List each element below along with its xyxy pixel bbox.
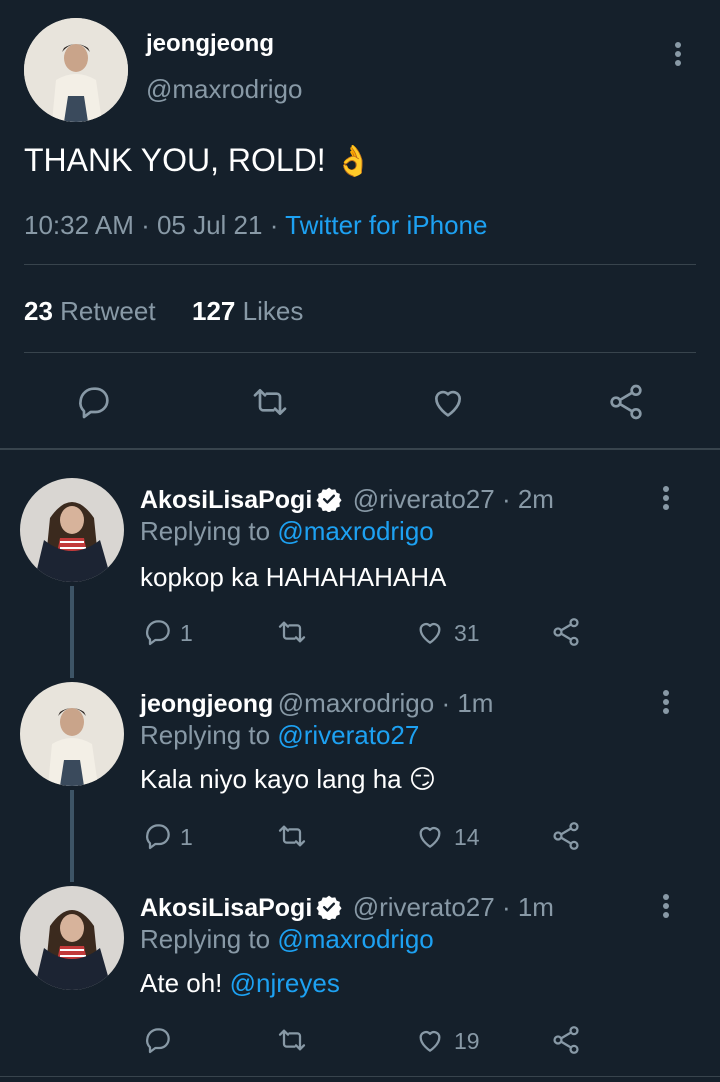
avatar-jeongjeong[interactable]	[24, 18, 128, 122]
thread-connector	[70, 586, 74, 678]
reply-text-content: Ate oh!	[140, 968, 223, 998]
reply-author-handle[interactable]: @riverato27 · 2m	[353, 484, 554, 514]
reply-text: Ate oh! @njreyes	[140, 968, 340, 999]
more-options-icon[interactable]	[674, 42, 682, 70]
retweet-label: Retweet	[60, 296, 156, 326]
reply-icon[interactable]	[142, 616, 174, 648]
reply-icon[interactable]	[142, 820, 174, 852]
retweet-count: 23	[24, 296, 53, 326]
reply-text: Kala niyo kayo lang ha 😏	[140, 764, 436, 795]
tweet-text-content: THANK YOU, ROLD!	[24, 142, 326, 178]
ok-hand-emoji: 👌	[334, 145, 372, 178]
reply-mention-link[interactable]: @njreyes	[230, 968, 340, 998]
reply-author-handle[interactable]: @maxrodrigo · 1m	[278, 688, 494, 718]
reply-author-name[interactable]: AkosiLisaPogi	[140, 894, 312, 922]
bottom-divider	[0, 1076, 720, 1077]
avatar-jeongjeong[interactable]	[20, 682, 124, 786]
more-options-icon[interactable]	[662, 894, 670, 922]
likes-stat[interactable]: 127 Likes	[192, 296, 303, 326]
reply-text-content: Kala niyo kayo lang ha	[140, 764, 402, 794]
tweet-stats: 23 Retweet 127 Likes	[24, 296, 303, 327]
like-icon[interactable]	[428, 382, 468, 422]
divider	[24, 264, 696, 265]
like-count: 19	[454, 1028, 480, 1054]
more-options-icon[interactable]	[662, 690, 670, 718]
like-count: 31	[454, 620, 480, 646]
likes-count: 127	[192, 296, 236, 326]
divider	[24, 352, 696, 353]
thread-connector	[70, 790, 74, 882]
reply-icon[interactable]	[74, 382, 114, 422]
share-icon[interactable]	[550, 616, 582, 648]
more-options-icon[interactable]	[662, 486, 670, 514]
reply-author-handle[interactable]: @riverato27 · 1m	[353, 892, 554, 922]
reply-author-name[interactable]: jeongjeong	[140, 690, 273, 718]
like-count: 14	[454, 824, 480, 850]
verified-badge-icon	[316, 486, 342, 513]
reply-text: kopkop ka HAHAHAHAHA	[140, 562, 447, 592]
reply-icon[interactable]	[142, 1024, 174, 1056]
section-divider	[0, 448, 720, 450]
tweet-text: THANK YOU, ROLD! 👌	[24, 142, 372, 179]
retweet-icon[interactable]	[276, 616, 308, 648]
tweet-meta: 10:32 AM · 05 Jul 21 · Twitter for iPhon…	[24, 210, 487, 241]
reply-header: AkosiLisaPogi @riverato27 · 2m	[140, 484, 660, 515]
tweet-timestamp: 10:32 AM · 05 Jul 21 ·	[24, 210, 279, 240]
replying-to: Replying to @maxrodrigo	[140, 516, 434, 547]
reply-header: jeongjeong @maxrodrigo · 1m	[140, 688, 660, 719]
avatar-akosilisapogi[interactable]	[20, 478, 124, 582]
replying-to: Replying to @maxrodrigo	[140, 924, 434, 955]
retweet-icon[interactable]	[250, 382, 290, 422]
author-handle[interactable]: @maxrodrigo	[146, 74, 302, 105]
author-name[interactable]: jeongjeong	[146, 30, 274, 58]
replying-to-label: Replying to	[140, 720, 271, 750]
like-icon[interactable]	[414, 1024, 446, 1056]
retweet-stat[interactable]: 23 Retweet	[24, 296, 156, 326]
tweet-source-link[interactable]: Twitter for iPhone	[285, 210, 487, 240]
replying-to: Replying to @riverato27	[140, 720, 419, 751]
reply-author-name[interactable]: AkosiLisaPogi	[140, 486, 312, 514]
like-icon[interactable]	[414, 616, 446, 648]
reply-header: AkosiLisaPogi @riverato27 · 1m	[140, 892, 660, 923]
replying-to-mention[interactable]: @maxrodrigo	[277, 516, 433, 546]
avatar-akosilisapogi[interactable]	[20, 886, 124, 990]
reply-count: 1	[180, 620, 193, 646]
share-icon[interactable]	[550, 820, 582, 852]
retweet-icon[interactable]	[276, 820, 308, 852]
likes-label: Likes	[242, 296, 304, 326]
replying-to-label: Replying to	[140, 924, 271, 954]
verified-badge-icon	[316, 894, 342, 921]
smirk-emoji: 😏	[408, 764, 436, 794]
retweet-icon[interactable]	[276, 1024, 308, 1056]
replying-to-mention[interactable]: @riverato27	[277, 720, 419, 750]
share-icon[interactable]	[606, 382, 646, 422]
replying-to-label: Replying to	[140, 516, 271, 546]
reply-count: 1	[180, 824, 193, 850]
replying-to-mention[interactable]: @maxrodrigo	[277, 924, 433, 954]
share-icon[interactable]	[550, 1024, 582, 1056]
like-icon[interactable]	[414, 820, 446, 852]
